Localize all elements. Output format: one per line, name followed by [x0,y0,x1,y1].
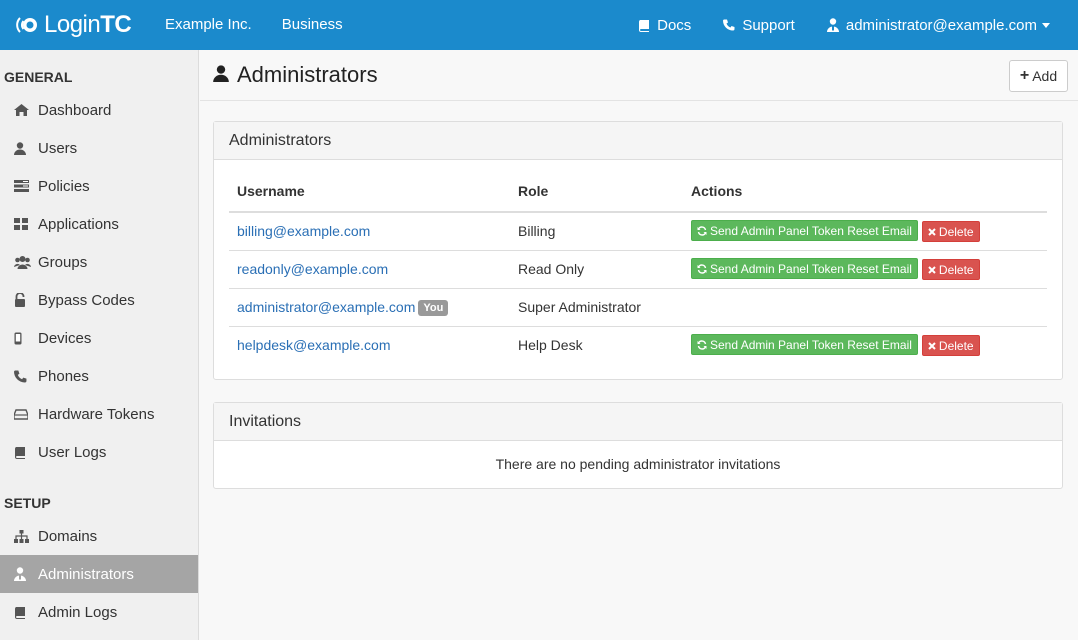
administrators-panel: Administrators Username Role Actions bil… [213,121,1063,380]
table-row: helpdesk@example.com Help Desk Send Admi… [229,326,1047,364]
sidebar-item-dashboard[interactable]: Dashboard [0,91,198,129]
support-link[interactable]: Support [707,17,811,34]
sidebar-item-user-logs[interactable]: User Logs [0,433,198,471]
table-row: readonly@example.com Read Only Send Admi… [229,250,1047,288]
column-header-role: Role [510,170,683,212]
add-administrator-button[interactable]: + Add [1009,60,1068,92]
user-icon [14,142,38,155]
mobile-icon [14,332,38,345]
docs-link[interactable]: Docs [622,17,707,34]
refresh-icon [697,340,707,350]
plan-link[interactable]: Business [267,0,358,50]
book-icon [638,19,650,32]
admin-role: Super Administrator [510,288,683,326]
admin-username-link[interactable]: readonly@example.com [237,261,388,277]
you-badge: You [418,300,448,316]
invitations-panel: Invitations There are no pending adminis… [213,402,1063,489]
sidebar-item-applications[interactable]: Applications [0,205,198,243]
page-header: Administrators [200,50,1078,101]
book-icon [14,606,38,619]
sidebar-item-hardware-tokens[interactable]: Hardware Tokens [0,395,198,433]
sidebar-item-phones[interactable]: Phones [0,357,198,395]
brand-name: LoginTC [44,11,131,39]
grid-icon [14,218,38,230]
administrators-table: Username Role Actions billing@example.co… [229,170,1047,364]
sidebar-section-general: GENERAL [0,63,198,91]
admin-role: Read Only [510,250,683,288]
no-invitations-message: There are no pending administrator invit… [214,441,1062,488]
sidebar-item-admin-logs[interactable]: Admin Logs [0,593,198,631]
brand-logo[interactable]: LoginTC [0,0,150,50]
admin-icon [14,567,38,581]
top-navbar: LoginTC Example Inc. Business Docs Suppo… [0,0,1078,50]
admin-role: Billing [510,212,683,250]
admin-user-icon [827,18,839,32]
invitations-panel-heading: Invitations [214,403,1062,441]
table-row: administrator@example.comYou Super Admin… [229,288,1047,326]
delete-button[interactable]: Delete [922,259,980,280]
sidebar-item-devices[interactable]: Devices [0,319,198,357]
user-icon [213,65,229,85]
hdd-icon [14,409,38,420]
admin-username-link[interactable]: billing@example.com [237,223,370,239]
delete-button[interactable]: Delete [922,335,980,356]
sitemap-icon [14,530,38,543]
delete-button[interactable]: Delete [922,221,980,242]
user-email: administrator@example.com [846,17,1037,34]
home-icon [14,104,38,116]
sidebar-item-administrators[interactable]: Administrators [0,555,198,593]
send-token-reset-button[interactable]: Send Admin Panel Token Reset Email [691,258,918,279]
sidebar-item-bypass-codes[interactable]: Bypass Codes [0,281,198,319]
sidebar-item-policies[interactable]: Policies [0,167,198,205]
admin-username-link[interactable]: administrator@example.com [237,299,415,315]
phone-icon [14,370,38,383]
sidebar: GENERAL Dashboard Users Policies Applica… [0,50,199,640]
admin-username-link[interactable]: helpdesk@example.com [237,337,391,353]
refresh-icon [697,264,707,274]
administrators-panel-heading: Administrators [214,122,1062,160]
table-row: billing@example.com Billing Send Admin P… [229,212,1047,250]
close-icon [928,228,936,236]
sidebar-section-setup: SETUP [0,489,198,517]
sidebar-item-domains[interactable]: Domains [0,517,198,555]
unlock-icon [14,293,38,307]
main-content: Administrators + Add Administrators User… [200,50,1078,640]
user-menu-dropdown[interactable]: administrator@example.com [811,17,1066,34]
phone-icon [723,19,735,31]
send-token-reset-button[interactable]: Send Admin Panel Token Reset Email [691,220,918,241]
book-icon [14,446,38,459]
column-header-username: Username [229,170,510,212]
close-icon [928,266,936,274]
admin-role: Help Desk [510,326,683,364]
page-title: Administrators [237,62,378,88]
sidebar-item-groups[interactable]: Groups [0,243,198,281]
send-token-reset-button[interactable]: Send Admin Panel Token Reset Email [691,334,918,355]
refresh-icon [697,226,707,236]
sidebar-item-users[interactable]: Users [0,129,198,167]
policies-icon [14,180,38,192]
org-link[interactable]: Example Inc. [150,0,267,50]
plus-icon: + [1020,67,1029,85]
chevron-down-icon [1042,23,1050,28]
logintc-logo-icon [14,12,40,38]
close-icon [928,342,936,350]
column-header-actions: Actions [683,170,1047,212]
group-icon [14,256,38,269]
